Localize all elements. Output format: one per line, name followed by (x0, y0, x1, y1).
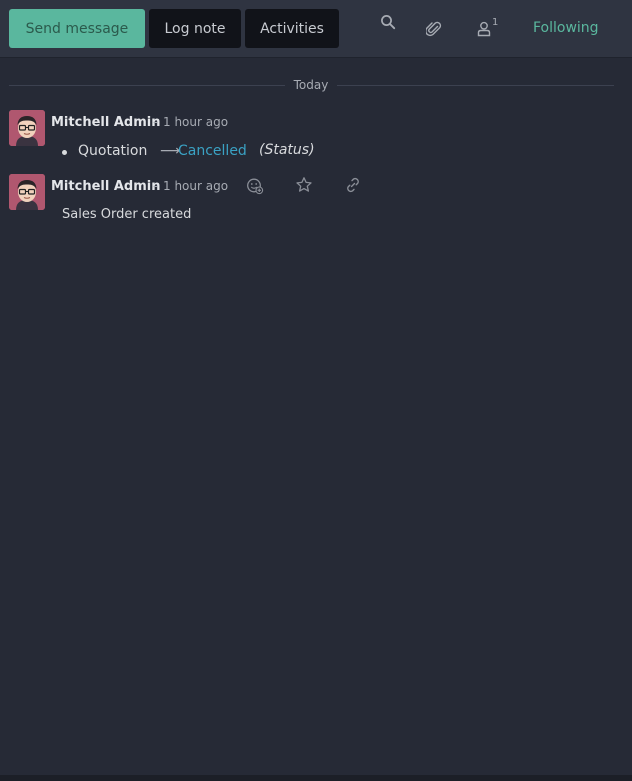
activities-button[interactable]: Activities (245, 9, 339, 48)
paperclip-icon[interactable] (424, 19, 444, 39)
tracking-field-description: (Status) (259, 142, 315, 158)
user-icon[interactable] (474, 19, 494, 39)
tracking-new-value: Cancelled (178, 143, 247, 159)
author-time-separator: - (153, 115, 158, 130)
bottom-edge (0, 775, 632, 781)
search-icon[interactable] (378, 12, 398, 32)
message-time: 1 hour ago (163, 179, 229, 193)
follower-count: 1 (492, 17, 499, 28)
send-message-button[interactable]: Send message (9, 9, 145, 48)
avatar[interactable] (9, 174, 45, 210)
following-button[interactable]: Following (533, 20, 599, 36)
author-time-separator: - (153, 179, 158, 194)
tracking-field: Quotation (78, 143, 148, 159)
user-avatar-icon (9, 110, 45, 146)
chatter-topbar: Send message Log note Activities 1 Follo… (0, 0, 632, 58)
log-note-button[interactable]: Log note (149, 9, 241, 48)
tracking-bullet (62, 150, 67, 155)
star-icon[interactable] (293, 174, 315, 196)
add-reaction-icon[interactable] (244, 175, 266, 197)
message-author[interactable]: Mitchell Admin (51, 115, 160, 130)
message-author[interactable]: Mitchell Admin (51, 179, 160, 194)
link-icon[interactable] (342, 174, 364, 196)
message-body: Sales Order created (62, 207, 192, 222)
date-separator: Today (293, 78, 329, 92)
message-time: 1 hour ago (163, 115, 229, 129)
avatar[interactable] (9, 110, 45, 146)
date-separator-line (337, 85, 614, 86)
date-separator-line (9, 85, 285, 86)
user-avatar-icon (9, 174, 45, 210)
